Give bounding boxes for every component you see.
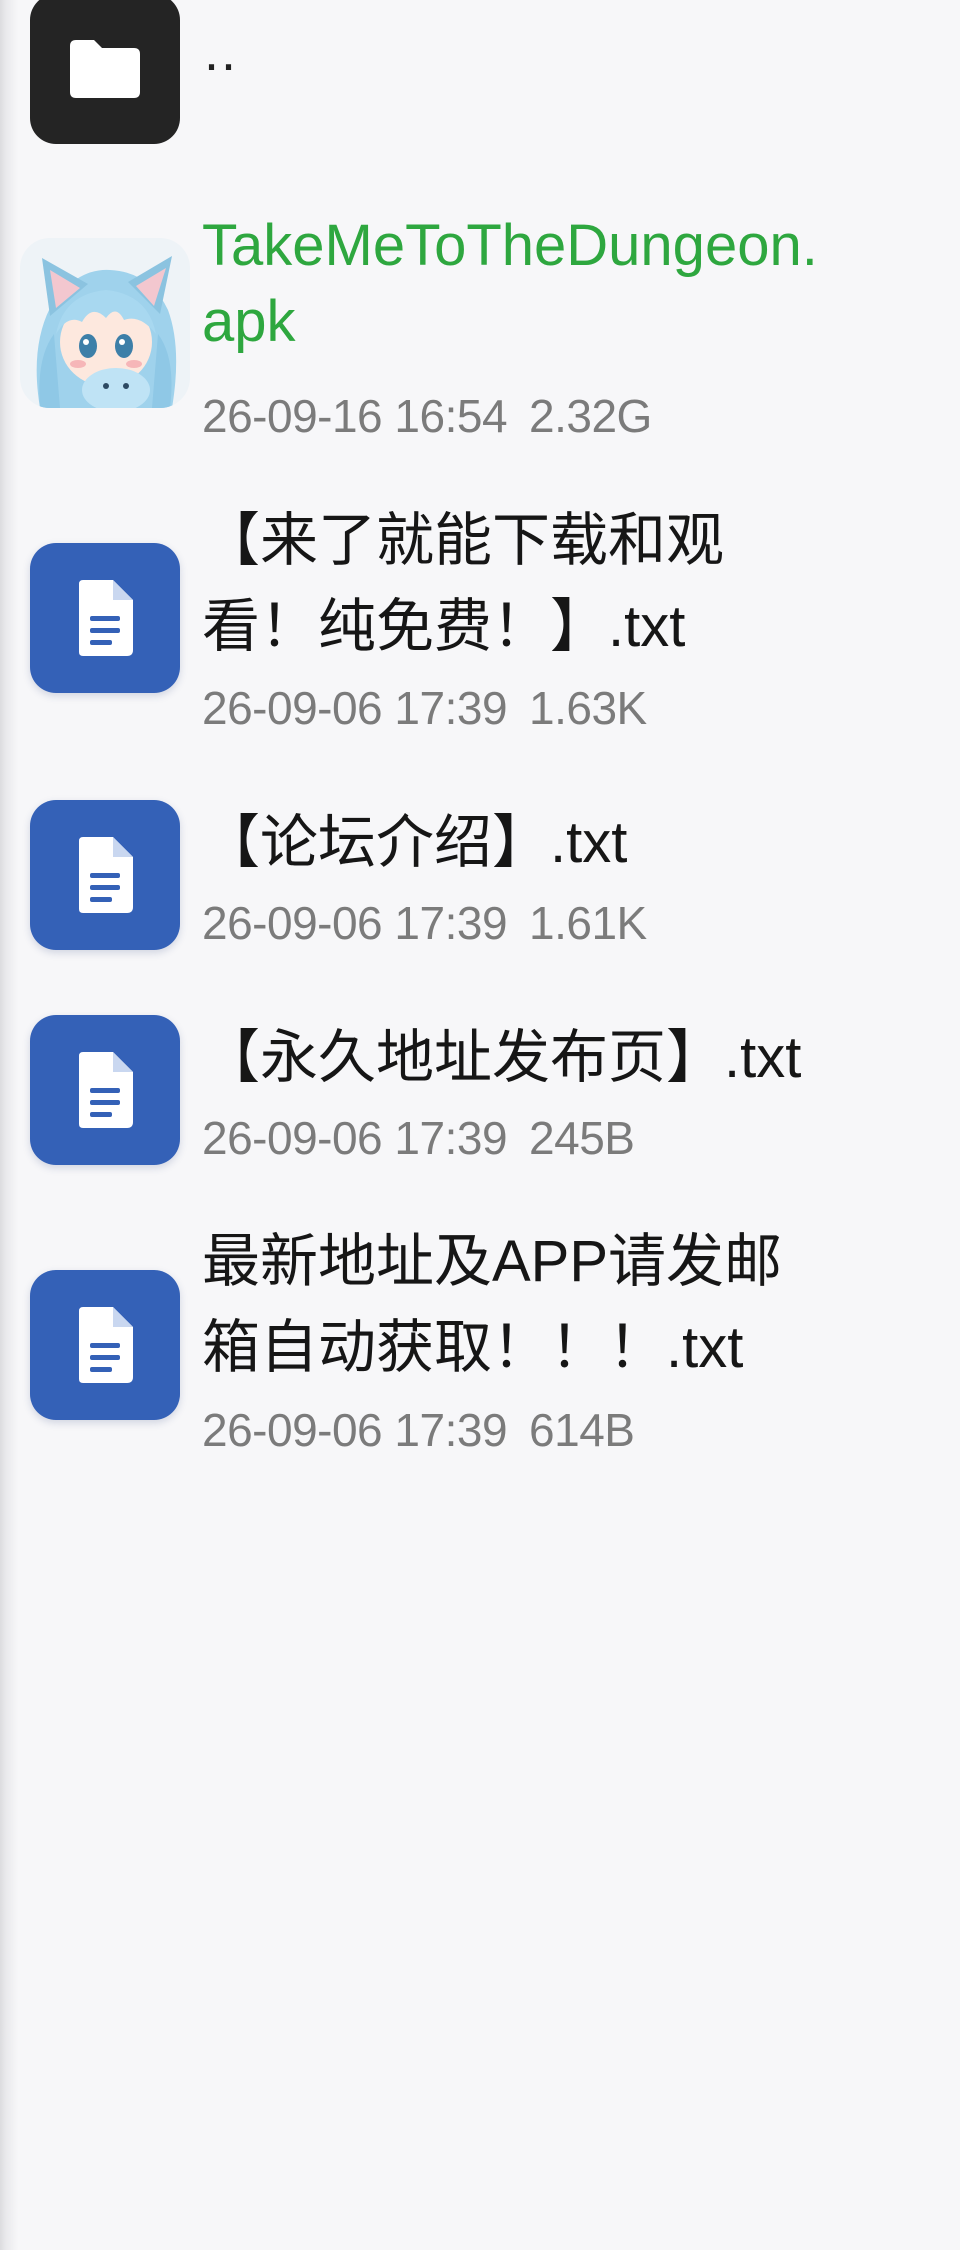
file-date: 26-09-06 17:39 — [202, 1404, 508, 1456]
file-size: 2.32G — [529, 390, 652, 442]
file-size: 614B — [529, 1404, 635, 1456]
file-size: 1.63K — [529, 682, 647, 734]
parent-directory-label: .. — [204, 22, 239, 82]
file-date: 26-09-16 16:54 — [202, 390, 508, 442]
file-name-line-1: TakeMeToTheDungeon. — [202, 213, 818, 278]
file-size: 1.61K — [529, 897, 647, 949]
document-icon — [30, 800, 180, 950]
document-icon — [30, 543, 180, 693]
file-date: 26-09-06 17:39 — [202, 1112, 508, 1164]
file-meta: 26-09-06 17:39 245B — [202, 1110, 635, 1166]
file-row-txt-4[interactable]: 最新地址及APP请发邮 箱自动获取！！！.txt 26-09-06 17:39 6… — [0, 1229, 960, 1462]
file-meta: 26-09-06 17:39 1.63K — [202, 680, 647, 736]
document-icon — [30, 1015, 180, 1165]
file-name-line-1: 最新地址及APP请发邮 — [202, 1229, 783, 1294]
file-meta: 26-09-16 16:54 2.32G — [202, 388, 652, 444]
app-thumbnail-icon — [20, 238, 190, 408]
file-meta: 26-09-06 17:39 614B — [202, 1402, 635, 1458]
file-row-txt-2[interactable]: 【论坛介绍】.txt 26-09-06 17:39 1.61K — [0, 800, 960, 960]
file-name-line-2: 看！纯免费！】.txt — [202, 594, 686, 659]
file-name-line-1: 【永久地址发布页】.txt — [202, 1025, 802, 1090]
file-date: 26-09-06 17:39 — [202, 682, 508, 734]
file-row-apk[interactable]: TakeMeToTheDungeon. apk 26-09-16 16:54 2.… — [0, 213, 960, 448]
file-meta: 26-09-06 17:39 1.61K — [202, 895, 647, 951]
parent-directory-row[interactable]: .. — [0, 0, 960, 150]
file-name-line-2: 箱自动获取！！！.txt — [202, 1315, 744, 1380]
file-name-line-2: apk — [202, 289, 296, 354]
file-row-txt-3[interactable]: 【永久地址发布页】.txt 26-09-06 17:39 245B — [0, 1015, 960, 1175]
file-size: 245B — [529, 1112, 635, 1164]
file-name-line-1: 【来了就能下载和观 — [202, 508, 725, 573]
file-row-txt-1[interactable]: 【来了就能下载和观 看！纯免费！】.txt 26-09-06 17:39 1.63… — [0, 505, 960, 735]
folder-icon — [30, 0, 180, 144]
file-name-line-1: 【论坛介绍】.txt — [202, 810, 628, 875]
document-icon — [30, 1270, 180, 1420]
file-date: 26-09-06 17:39 — [202, 897, 508, 949]
